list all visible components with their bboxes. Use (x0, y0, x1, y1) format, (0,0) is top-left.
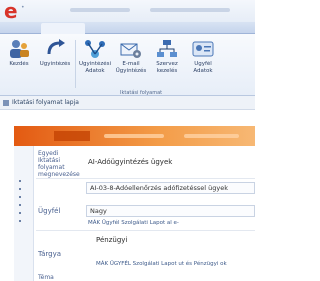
targy-value: Pénzügyi (96, 236, 128, 244)
main-content: Egyedi Iktatási folyamat megnevezése AI-… (0, 110, 255, 281)
ribbon: Kezdés Ügyintézés Ügyintézési Adatok E-m… (0, 34, 255, 96)
banner-accent (54, 131, 90, 141)
kezdes-button[interactable]: Kezdés (2, 38, 36, 80)
ribbon-button-label: Kezdés (9, 61, 29, 67)
left-indicator-strip (14, 146, 34, 281)
process-name-value: AI-Adóügyintézés ügyek (88, 158, 173, 166)
curved-arrow-icon (47, 39, 65, 55)
ribbon-tab[interactable] (20, 23, 38, 34)
org-chart-icon (157, 40, 177, 57)
people-icon (10, 40, 29, 58)
ribbon-button-label: Szervez kezelés (156, 61, 178, 74)
row-divider (36, 230, 255, 231)
strip-marker (19, 196, 21, 198)
ribbon-separator (75, 40, 76, 88)
ribbon-button-label: Ügyintézési Adatok (79, 61, 111, 74)
ugyintezes-button[interactable]: Ügyintézés (38, 38, 72, 80)
tema-label: Téma (38, 274, 54, 281)
ribbon-button-label: Ügyintézés (39, 61, 71, 67)
reference-field[interactable]: AI-03-8-Adóellenőrzés adófizetéssel ügye… (86, 182, 255, 194)
ribbon-button-label: Ügyfél Adatok (193, 61, 213, 74)
process-name-label: Egyedi Iktatási folyamat megnevezése (38, 150, 80, 178)
strip-marker (19, 180, 21, 182)
reference-field-value: AI-03-8-Adóellenőrzés adófizetéssel ügye… (90, 184, 228, 192)
app-logo-mark: • (21, 4, 25, 11)
banner-text-placeholder (104, 134, 164, 138)
user-card-icon (192, 41, 214, 57)
targy-label: Tárgya (38, 250, 62, 258)
document-icon (3, 100, 9, 106)
targy-sub-text: MÁK ÜGYFÉL Szolgálati Lapot ut és Pénzüg… (96, 261, 227, 267)
strip-marker (19, 188, 21, 190)
banner-text-placeholder (184, 134, 239, 138)
strip-marker (19, 204, 21, 206)
breadcrumb: Iktatási folyamat lapja (0, 96, 255, 110)
ugyfel-field[interactable]: Nagy (86, 205, 255, 217)
szervez-kezeles-button[interactable]: Szervez kezelés (150, 38, 184, 80)
ugyfel-sub-text: MÁK Ügyfél Szolgálati Lapot al e- (88, 220, 179, 226)
ribbon-tab[interactable] (133, 23, 173, 34)
mail-gear-icon (120, 43, 141, 58)
window-title-placeholder (70, 8, 130, 12)
ribbon-button-label: E-mail Ügyintézés (115, 61, 147, 74)
ugyintezesi-adatok-button[interactable]: Ügyintézési Adatok (78, 38, 112, 80)
ribbon-tab[interactable] (41, 23, 85, 34)
network-icon (85, 40, 105, 58)
window-title-placeholder (150, 8, 230, 12)
strip-marker (19, 212, 21, 214)
ugyfel-field-value: Nagy (90, 207, 107, 215)
ribbon-tab[interactable] (88, 23, 130, 34)
row-divider (36, 178, 255, 179)
title-bar: e • (0, 0, 255, 22)
ribbon-tab-bar (0, 22, 255, 34)
strip-marker (19, 220, 21, 222)
breadcrumb-text[interactable]: Iktatási folyamat lapja (12, 99, 79, 106)
header-banner (14, 126, 255, 146)
ugyfel-label: Ügyfél (38, 207, 61, 215)
ugyfel-adatok-button[interactable]: Ügyfél Adatok (186, 38, 220, 80)
email-ugyintezes-button[interactable]: E-mail Ügyintézés (114, 38, 148, 80)
